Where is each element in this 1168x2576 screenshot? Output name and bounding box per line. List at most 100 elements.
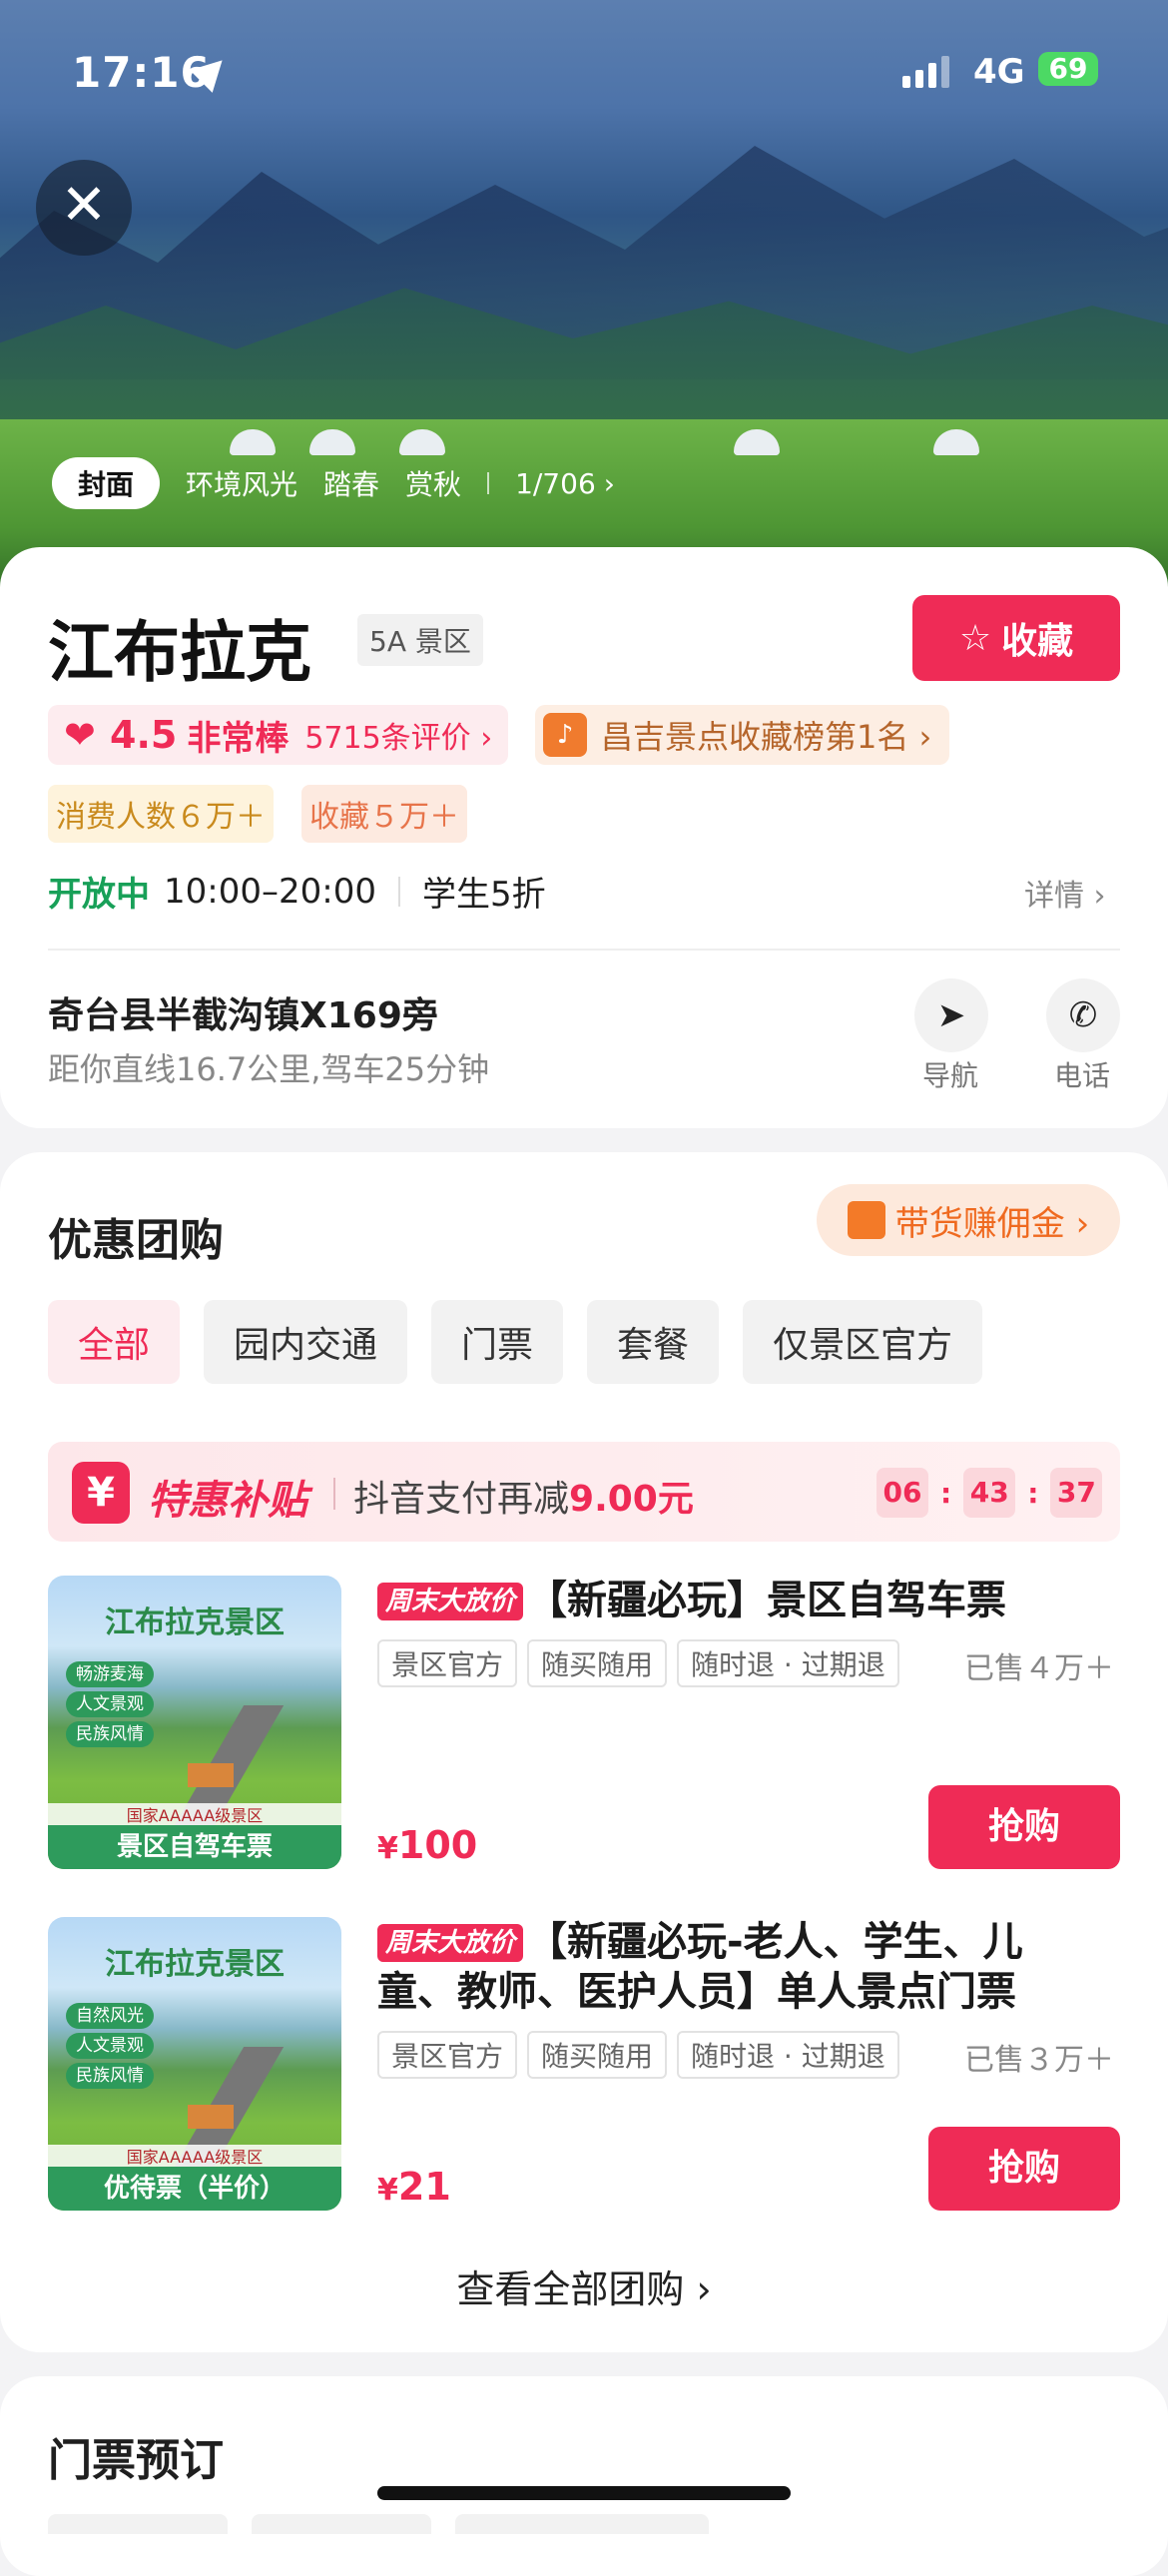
timer-minutes: 43 xyxy=(963,1468,1016,1518)
close-icon: ✕ xyxy=(60,173,108,238)
favorite-button[interactable]: ☆ 收藏 xyxy=(912,595,1120,681)
buy-button[interactable]: 抢购 xyxy=(928,2127,1120,2211)
photo-tab[interactable]: 封面 xyxy=(52,457,161,509)
ticket-chip[interactable] xyxy=(48,2514,228,2534)
group-buy-title: 优惠团购 xyxy=(48,1215,224,1266)
filter-package[interactable]: 套餐 xyxy=(587,1300,720,1384)
ranking-text: 昌吉景点收藏榜第1名 › xyxy=(601,718,932,756)
timer-colon: : xyxy=(940,1476,952,1510)
photo-tab[interactable]: 踏春 xyxy=(323,463,379,503)
thumb-banner: 景区自驾车票 xyxy=(48,1825,341,1869)
product-tags: 景区官方 随买随用 随时退 · 过期退 xyxy=(377,2031,899,2079)
filter-all[interactable]: 全部 xyxy=(48,1300,181,1384)
status-time: 17:16 xyxy=(72,48,211,97)
home-indicator[interactable] xyxy=(377,2486,791,2500)
thumb-tag: 民族风情 xyxy=(66,1721,154,1747)
ticket-chip[interactable] xyxy=(455,2514,709,2534)
signal-icon xyxy=(902,54,949,88)
price: ¥100 xyxy=(377,1823,477,1867)
phone-label: 电话 xyxy=(1054,1059,1111,1092)
favorite-label: 收藏 xyxy=(1001,621,1074,662)
product-tag: 景区官方 xyxy=(377,2031,518,2079)
yen-icon: ¥ xyxy=(72,1462,130,1524)
house xyxy=(188,2105,234,2129)
review-count: 5715条评价 › xyxy=(304,721,493,756)
price-value: 100 xyxy=(397,1823,478,1867)
close-button[interactable]: ✕ xyxy=(36,160,132,256)
price-value: 21 xyxy=(397,2165,451,2209)
sold-count: 已售３万＋ xyxy=(964,2043,1114,2078)
navigate-label: 导航 xyxy=(922,1059,979,1092)
rating-score: 4.5 xyxy=(110,713,178,757)
photo-tab[interactable]: 赏秋 xyxy=(405,463,461,503)
subsidy-text-main: 抖音支付再减 xyxy=(353,1479,570,1520)
sold-count: 已售４万＋ xyxy=(964,1651,1114,1686)
ticket-chip[interactable] xyxy=(252,2514,431,2534)
product-tag: 随买随用 xyxy=(527,2031,668,2079)
commission-button[interactable]: 带货赚佣金 › xyxy=(817,1184,1120,1256)
thumb-name: 江布拉克景区 xyxy=(105,1606,285,1640)
subsidy-amount: 9.00元 xyxy=(569,1479,694,1520)
phone-icon: ✆ xyxy=(1068,995,1098,1035)
heart-icon: ❤ xyxy=(64,713,96,757)
open-hours: 10:00–20:00 xyxy=(164,871,376,912)
product-tag: 景区官方 xyxy=(377,1639,518,1687)
commission-label: 带货赚佣金 › xyxy=(894,1203,1090,1244)
ticket-booking-title: 门票预订 xyxy=(48,2435,224,2486)
phone-button[interactable]: ✆ xyxy=(1046,978,1120,1052)
timer-seconds: 37 xyxy=(1050,1468,1103,1518)
detail-link[interactable]: 详情 › xyxy=(1024,871,1106,915)
network-type: 4G xyxy=(973,52,1025,92)
collection-count-chip: 收藏５万＋ xyxy=(301,785,467,843)
see-all-group-buy-link[interactable]: 查看全部团购 › xyxy=(0,2258,1168,2313)
consumer-count-chip: 消费人数６万＋ xyxy=(48,785,274,843)
star-icon: ☆ xyxy=(958,617,992,659)
product-tag: 随时退 · 过期退 xyxy=(677,2031,899,2079)
battery-icon: 69 xyxy=(1038,52,1098,86)
filter-transport[interactable]: 园内交通 xyxy=(204,1300,408,1384)
thumb-tag: 人文景观 xyxy=(66,1691,154,1717)
product-title[interactable]: 周末大放价 【新疆必玩-老人、学生、儿童、教师、医护人员】单人景点门票 xyxy=(377,1917,1096,2017)
divider xyxy=(487,472,490,494)
divider xyxy=(48,949,1120,951)
product-tag: 随买随用 xyxy=(527,1639,668,1687)
rating-badge[interactable]: ❤ 4.5 非常棒 5715条评价 › xyxy=(48,705,509,765)
weekend-tag: 周末大放价 xyxy=(377,1583,524,1620)
attraction-name: 江布拉克 xyxy=(48,614,311,691)
photo-category-tabs: 封面 环境风光 踏春 赏秋 1/706 › xyxy=(52,457,615,509)
distance-info: 距你直线16.7公里,驾车25分钟 xyxy=(48,1050,490,1088)
thumb-tag: 民族风情 xyxy=(66,2063,154,2089)
thumb-name: 江布拉克景区 xyxy=(105,1947,285,1982)
filter-tickets[interactable]: 门票 xyxy=(431,1300,564,1384)
douyin-icon: ♪ xyxy=(543,713,587,757)
subsidy-banner[interactable]: ¥ 特惠补贴 抖音支付再减9.00元 06 : 43 : 37 xyxy=(48,1442,1120,1542)
photo-tab[interactable]: 环境风光 xyxy=(186,463,297,503)
filter-official[interactable]: 仅景区官方 xyxy=(743,1300,983,1384)
navigate-button[interactable]: ➤ xyxy=(914,978,988,1052)
group-buy-filters: 全部 园内交通 门票 套餐 仅景区官方 xyxy=(48,1300,983,1384)
thumb-tag: 人文景观 xyxy=(66,2033,154,2059)
countdown-timer: 06 : 43 : 37 xyxy=(876,1468,1103,1518)
thumb-tag: 自然风光 xyxy=(66,2003,154,2029)
scenic-level-badge: 5A 景区 xyxy=(357,614,483,666)
price-symbol: ¥ xyxy=(377,1831,398,1866)
ranking-badge[interactable]: ♪ 昌吉景点收藏榜第1名 › xyxy=(535,705,950,765)
product-thumbnail[interactable]: 江布拉克景区 自然风光 人文景观 民族风情 国家AAAAA级景区 优待票（半价） xyxy=(48,1917,341,2211)
divider xyxy=(333,1478,335,1510)
product-tags: 景区官方 随买随用 随时退 · 过期退 xyxy=(377,1639,899,1687)
photo-count-text: 1/706 xyxy=(515,466,596,500)
buy-button[interactable]: 抢购 xyxy=(928,1785,1120,1869)
product-thumbnail[interactable]: 江布拉克景区 畅游麦海 人文景观 民族风情 国家AAAAA级景区 景区自驾车票 xyxy=(48,1576,341,1869)
photo-count[interactable]: 1/706 › xyxy=(515,467,615,500)
price-symbol: ¥ xyxy=(377,2173,398,2208)
navigate-icon: ➤ xyxy=(936,995,966,1035)
thumb-tag: 畅游麦海 xyxy=(66,1661,154,1687)
timer-colon: : xyxy=(1027,1476,1039,1510)
rating-word: 非常棒 xyxy=(187,718,290,759)
subsidy-text: 抖音支付再减9.00元 xyxy=(353,1470,694,1522)
product-tag: 随时退 · 过期退 xyxy=(677,1639,899,1687)
product-title[interactable]: 周末大放价 【新疆必玩】景区自驾车票 xyxy=(377,1576,1096,1625)
product-title-text: 【新疆必玩】景区自驾车票 xyxy=(527,1578,1007,1623)
opening-info[interactable]: 开放中 10:00–20:00 学生5折 xyxy=(48,867,546,916)
address[interactable]: 奇台县半截沟镇X169旁 xyxy=(48,986,438,1038)
